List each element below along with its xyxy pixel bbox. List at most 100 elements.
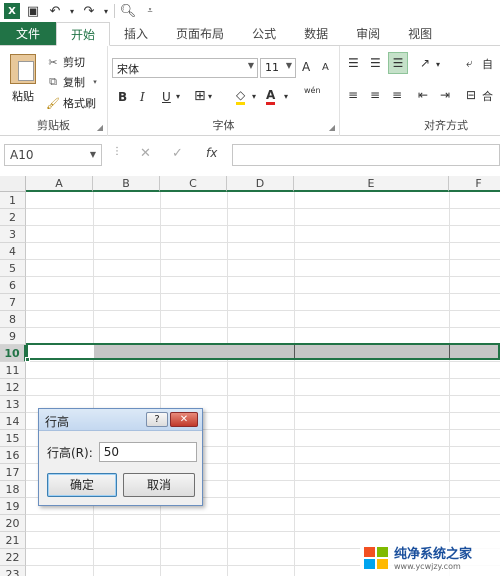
formula-input[interactable] (232, 144, 500, 166)
save-icon[interactable]: ▣ (24, 4, 42, 19)
active-cell-a10[interactable] (28, 345, 94, 358)
column-header[interactable]: E (294, 176, 449, 192)
row-header[interactable]: 13 (0, 396, 26, 413)
tab-view[interactable]: 视图 (394, 22, 446, 45)
cut-button[interactable]: ✂ 剪切 (46, 54, 85, 70)
undo-icon[interactable]: ↶ (46, 4, 64, 19)
close-button[interactable]: ✕ (170, 412, 198, 427)
row-height-input[interactable]: 50 (98, 442, 197, 462)
align-middle-icon[interactable]: ☰ (370, 56, 381, 70)
font-color-dropdown-icon[interactable]: ▾ (284, 92, 288, 101)
spreadsheet-grid[interactable]: A B C D E F 1 2 3 4 5 6 7 8 9 10 11 12 13 14 15 16 17 18 1… (0, 176, 500, 576)
row-header[interactable]: 21 (0, 532, 26, 549)
ok-button[interactable]: 确定 (47, 473, 117, 497)
row-header[interactable]: 18 (0, 481, 26, 498)
align-left-icon[interactable]: ≡ (348, 88, 358, 102)
underline-button[interactable]: U (162, 90, 171, 104)
italic-button[interactable]: I (140, 90, 145, 104)
row-header[interactable]: 6 (0, 277, 26, 294)
column-header[interactable]: D (227, 176, 294, 192)
dialog-titlebar[interactable]: 行高 ? ✕ (39, 409, 202, 431)
format-painter-button[interactable]: 🖌︎ 格式刷 (46, 95, 96, 111)
align-top-icon[interactable]: ☰ (348, 56, 359, 70)
copy-dropdown-icon[interactable]: ▾ (88, 78, 102, 86)
border-icon[interactable]: ⊞ (194, 88, 206, 104)
row-header[interactable]: 1 (0, 192, 26, 209)
grow-font-icon[interactable]: A (302, 60, 310, 74)
redo-icon[interactable]: ↷ (80, 4, 98, 19)
customize-toolbar-icon[interactable]: ⩡ (141, 6, 159, 16)
font-name-select[interactable]: 宋体 ▼ (112, 58, 258, 78)
paste-button[interactable]: 粘贴 (8, 54, 38, 104)
column-header[interactable]: B (93, 176, 160, 192)
merge-cells-icon[interactable]: ⊟ (466, 88, 476, 102)
wrap-text-label[interactable]: 自 (482, 56, 493, 72)
clipboard-launcher-icon[interactable]: ◢ (97, 123, 103, 132)
insert-function-icon[interactable]: fx (206, 146, 217, 160)
shrink-font-icon[interactable]: A (322, 62, 329, 73)
fill-handle[interactable] (25, 357, 30, 362)
font-size-select[interactable]: 11 ▼ (260, 58, 296, 78)
print-preview-icon[interactable]: 🔍︎ (119, 4, 137, 19)
cancel-entry-icon[interactable]: ✕ (140, 146, 151, 161)
align-center-icon[interactable]: ≡ (370, 88, 380, 102)
redo-dropdown-icon[interactable]: ▾ (102, 7, 110, 16)
tab-formulas[interactable]: 公式 (238, 22, 290, 45)
toolbar-divider (114, 4, 115, 18)
fill-color-dropdown-icon[interactable]: ▾ (252, 92, 256, 101)
column-gridline (449, 192, 450, 576)
row-header[interactable]: 14 (0, 413, 26, 430)
cancel-button[interactable]: 取消 (123, 473, 195, 497)
row-header[interactable]: 19 (0, 498, 26, 515)
align-right-icon[interactable]: ≡ (392, 88, 402, 102)
row-header[interactable]: 4 (0, 243, 26, 260)
phonetic-guide-icon[interactable]: wén (304, 86, 321, 95)
confirm-entry-icon[interactable]: ✓ (172, 146, 183, 161)
tab-insert[interactable]: 插入 (110, 22, 162, 45)
align-bottom-icon[interactable]: ☰ (388, 52, 408, 74)
row-header[interactable]: 23 (0, 566, 26, 576)
row-header[interactable]: 17 (0, 464, 26, 481)
copy-button[interactable]: ⧉ 复制 ▾ (46, 74, 102, 90)
row-header[interactable]: 3 (0, 226, 26, 243)
row-header[interactable]: 2 (0, 209, 26, 226)
select-all-corner[interactable] (0, 176, 26, 192)
orientation-dropdown-icon[interactable]: ▾ (436, 60, 440, 69)
bold-button[interactable]: B (118, 90, 127, 104)
row-header[interactable]: 11 (0, 362, 26, 379)
undo-dropdown-icon[interactable]: ▾ (68, 7, 76, 16)
orientation-icon[interactable]: ↗ (420, 56, 430, 70)
name-box[interactable]: A10 ▼ (4, 144, 102, 166)
row-header[interactable]: 5 (0, 260, 26, 277)
row-header[interactable]: 20 (0, 515, 26, 532)
tab-review[interactable]: 审阅 (342, 22, 394, 45)
row-header[interactable]: 15 (0, 430, 26, 447)
column-header[interactable]: A (26, 176, 93, 192)
row-header[interactable]: 8 (0, 311, 26, 328)
row-gridline (26, 242, 500, 243)
help-button[interactable]: ? (146, 412, 168, 427)
row-header[interactable]: 7 (0, 294, 26, 311)
font-color-icon[interactable]: A (266, 88, 276, 105)
font-size-value: 11 (265, 61, 279, 74)
font-launcher-icon[interactable]: ◢ (329, 123, 335, 132)
tab-file[interactable]: 文件 (0, 22, 57, 45)
tab-page-layout[interactable]: 页面布局 (162, 22, 238, 45)
fill-color-icon[interactable]: ◇ (236, 88, 246, 105)
tab-data[interactable]: 数据 (290, 22, 342, 45)
border-dropdown-icon[interactable]: ▾ (208, 92, 212, 101)
row-header[interactable]: 9 (0, 328, 26, 345)
decrease-indent-icon[interactable]: ⇤ (418, 88, 428, 102)
merge-cells-label[interactable]: 合 (482, 88, 493, 104)
underline-dropdown-icon[interactable]: ▾ (176, 92, 180, 101)
column-header[interactable]: C (160, 176, 227, 192)
selected-row-10[interactable] (25, 343, 500, 362)
column-header[interactable]: F (449, 176, 500, 192)
tab-home[interactable]: 开始 (56, 22, 111, 46)
row-header[interactable]: 22 (0, 549, 26, 566)
row-header[interactable]: 10 (0, 345, 26, 362)
row-header[interactable]: 12 (0, 379, 26, 396)
wrap-text-icon[interactable]: ⤶ (466, 56, 473, 71)
increase-indent-icon[interactable]: ⇥ (440, 88, 450, 102)
row-header[interactable]: 16 (0, 447, 26, 464)
